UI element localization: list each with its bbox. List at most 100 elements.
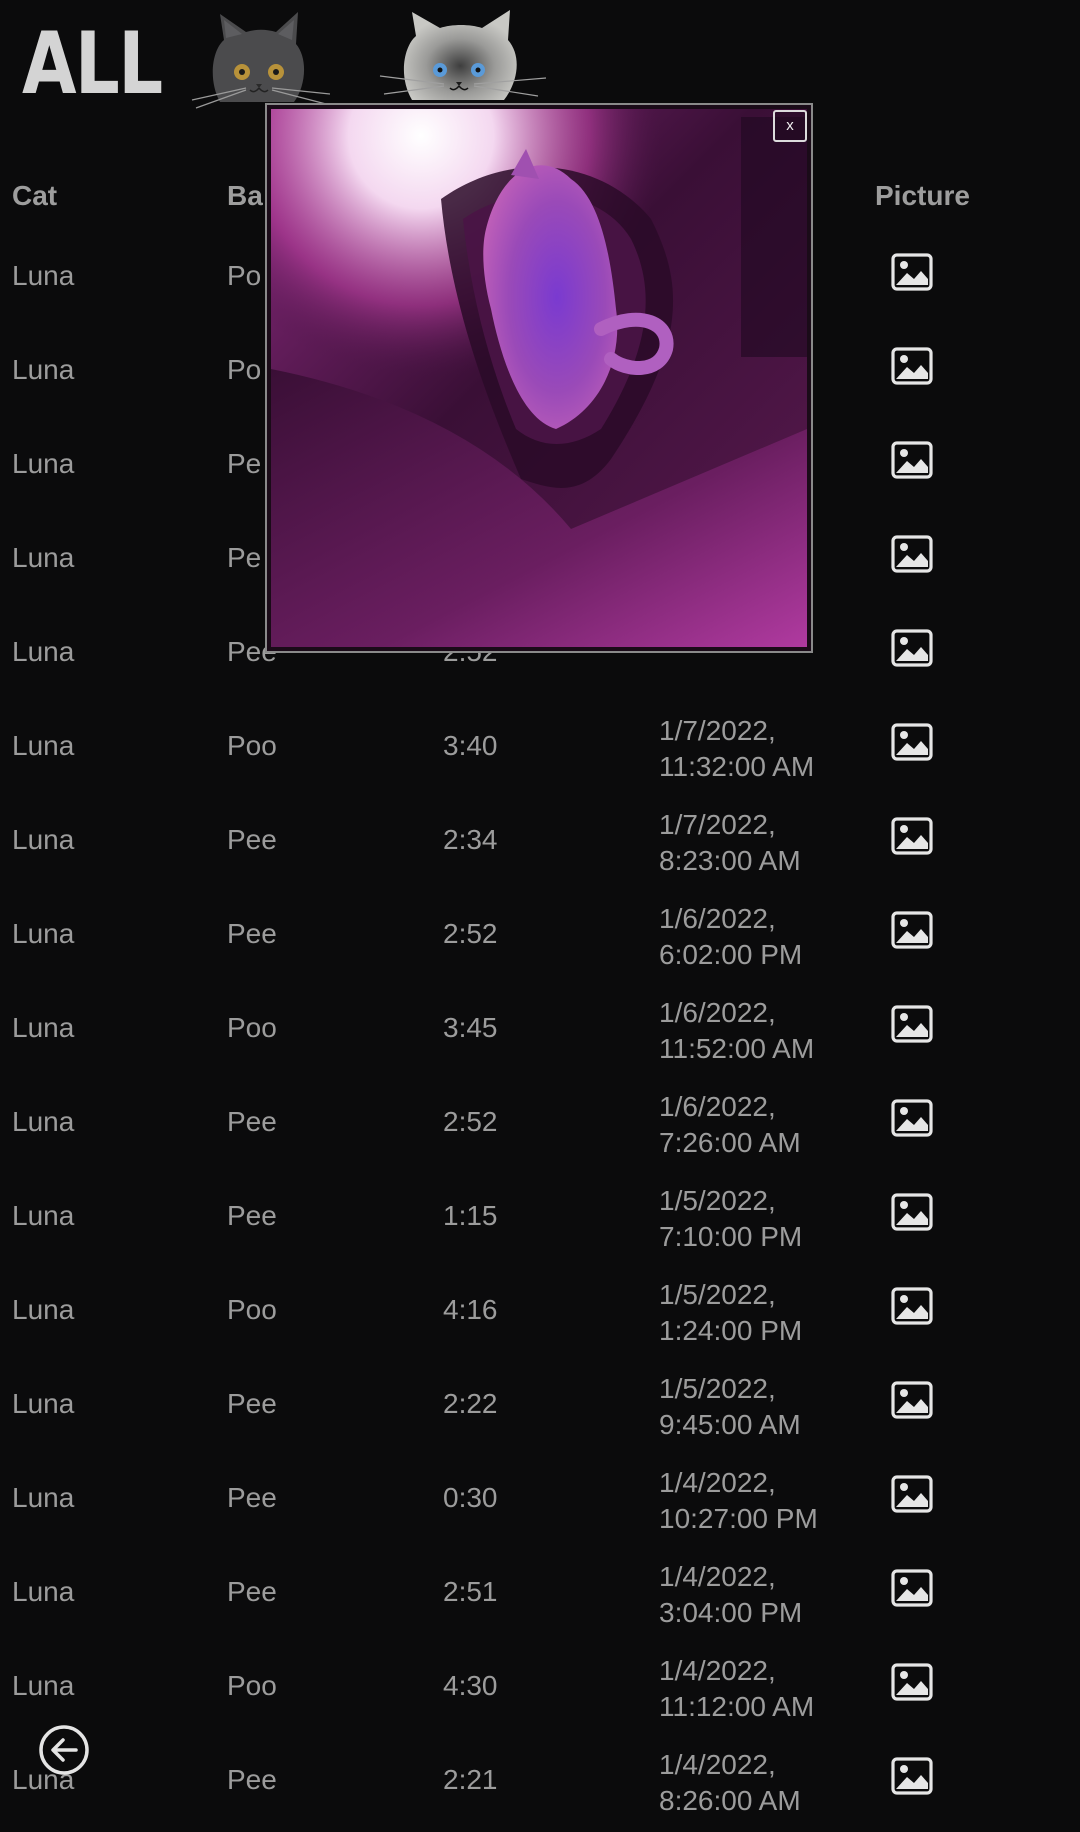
cell-duration: 2:52 <box>443 1106 498 1137</box>
cell-bathroom-type: Pee <box>227 1106 277 1137</box>
image-icon <box>890 629 934 672</box>
photo-modal: x <box>265 103 813 653</box>
cell-bathroom-type: Pe <box>227 542 262 573</box>
view-picture-button[interactable] <box>890 816 934 856</box>
cell-cat: Luna <box>12 918 75 949</box>
view-picture-button[interactable] <box>890 440 934 480</box>
cell-datetime: 1/4/2022, 10:27:00 PM <box>659 1465 818 1537</box>
cell-cat: Luna <box>12 730 75 761</box>
view-picture-button[interactable] <box>890 346 934 386</box>
cell-date: 1/7/2022, <box>659 809 776 840</box>
cell-cat: Luna <box>12 1670 75 1701</box>
cell-bathroom-type: Pee <box>227 1200 277 1231</box>
filter-grey-cat-button[interactable] <box>190 10 331 110</box>
cell-time: 3:04:00 PM <box>659 1597 803 1628</box>
image-icon <box>890 535 934 578</box>
view-picture-button[interactable] <box>890 1568 934 1608</box>
cell-duration: 2:34 <box>443 824 498 855</box>
cell-time: 9:45:00 AM <box>659 1409 801 1440</box>
filter-all-button[interactable]: ALL <box>22 8 163 120</box>
cell-datetime: 1/4/2022, 8:26:00 AM <box>659 1747 801 1819</box>
cell-date: 1/5/2022, <box>659 1373 776 1404</box>
cell-bathroom-type: Poo <box>227 1670 277 1701</box>
view-picture-button[interactable] <box>890 1286 934 1326</box>
image-icon <box>890 723 934 766</box>
cell-datetime: 1/6/2022, 11:52:00 AM <box>659 995 814 1067</box>
cell-date: 1/4/2022, <box>659 1467 776 1498</box>
back-button[interactable] <box>38 1724 90 1776</box>
cell-time: 11:52:00 AM <box>659 1033 815 1064</box>
table-row: Luna Poo 4:30 1/4/2022, 11:12:00 AM <box>0 1644 1080 1738</box>
view-picture-button[interactable] <box>890 1662 934 1702</box>
table-row: Luna Pee 0:30 1/4/2022, 10:27:00 PM <box>0 1456 1080 1550</box>
cell-duration: 2:21 <box>443 1764 498 1795</box>
cell-bathroom-type: Pee <box>227 1764 277 1795</box>
grey-cat-face-icon <box>191 12 331 109</box>
cell-cat: Luna <box>12 354 75 385</box>
cell-datetime: 1/4/2022, 11:12:00 AM <box>659 1653 814 1725</box>
cell-bathroom-type: Pe <box>227 448 262 479</box>
cell-duration: 2:52 <box>443 918 498 949</box>
cell-cat: Luna <box>12 1482 75 1513</box>
back-arrow-circle-icon <box>39 1725 89 1775</box>
image-icon <box>890 1663 934 1706</box>
cell-time: 7:26:00 AM <box>659 1127 801 1158</box>
table-row: Luna Pee 2:22 1/5/2022, 9:45:00 AM <box>0 1362 1080 1456</box>
view-picture-button[interactable] <box>890 1380 934 1420</box>
cell-duration: 4:16 <box>443 1294 498 1325</box>
cell-bathroom-type: Pee <box>227 918 277 949</box>
cell-cat: Luna <box>12 1576 75 1607</box>
cell-date: 1/6/2022, <box>659 903 776 934</box>
cell-bathroom-type: Poo <box>227 1294 277 1325</box>
cell-cat: Luna <box>12 636 75 667</box>
view-picture-button[interactable] <box>890 1192 934 1232</box>
cell-date: 1/5/2022, <box>659 1185 776 1216</box>
cell-duration: 2:51 <box>443 1576 498 1607</box>
cell-cat: Luna <box>12 260 75 291</box>
siamese-cat-face-icon <box>379 10 547 100</box>
cell-date: 1/7/2022, <box>659 715 776 746</box>
cell-cat: Luna <box>12 1388 75 1419</box>
cell-cat: Luna <box>12 542 75 573</box>
close-modal-button[interactable]: x <box>773 110 807 142</box>
image-icon <box>890 347 934 390</box>
view-picture-button[interactable] <box>890 1756 934 1796</box>
cell-duration: 1:15 <box>443 1200 498 1231</box>
cell-datetime: 1/7/2022, 11:32:00 AM <box>659 713 814 785</box>
view-picture-button[interactable] <box>890 1474 934 1514</box>
cell-duration: 2:22 <box>443 1388 498 1419</box>
cell-time: 1:24:00 PM <box>659 1315 803 1346</box>
cell-date: 1/4/2022, <box>659 1561 776 1592</box>
image-icon <box>890 1475 934 1518</box>
header-cat: Cat <box>12 180 58 211</box>
view-picture-button[interactable] <box>890 722 934 762</box>
view-picture-button[interactable] <box>890 1098 934 1138</box>
cell-cat: Luna <box>12 1294 75 1325</box>
filter-siamese-cat-button[interactable] <box>378 6 548 106</box>
cell-time: 11:12:00 AM <box>659 1691 815 1722</box>
cell-cat: Luna <box>12 1012 75 1043</box>
cell-bathroom-type: Po <box>227 354 262 385</box>
table-row: Luna Pee 2:52 1/6/2022, 7:26:00 AM <box>0 1080 1080 1174</box>
cell-date: 1/5/2022, <box>659 1279 776 1310</box>
view-picture-button[interactable] <box>890 252 934 292</box>
view-picture-button[interactable] <box>890 628 934 668</box>
table-row: Luna Poo 3:40 1/7/2022, 11:32:00 AM <box>0 704 1080 798</box>
cell-date: 1/6/2022, <box>659 997 776 1028</box>
cell-datetime: 1/7/2022, 8:23:00 AM <box>659 807 801 879</box>
cell-cat: Luna <box>12 824 75 855</box>
cell-time: 10:27:00 PM <box>659 1503 818 1534</box>
table-row: Luna Pee 2:21 1/4/2022, 8:26:00 AM <box>0 1738 1080 1832</box>
view-picture-button[interactable] <box>890 534 934 574</box>
view-picture-button[interactable] <box>890 1004 934 1044</box>
cell-cat: Luna <box>12 448 75 479</box>
cell-bathroom-type: Pee <box>227 1576 277 1607</box>
cell-cat: Luna <box>12 1106 75 1137</box>
cell-bathroom-type: Pee <box>227 824 277 855</box>
cell-duration: 3:40 <box>443 730 498 761</box>
cell-time: 11:32:00 AM <box>659 751 815 782</box>
view-picture-button[interactable] <box>890 910 934 950</box>
image-icon <box>890 1381 934 1424</box>
table-row: Luna Pee 2:51 1/4/2022, 3:04:00 PM <box>0 1550 1080 1644</box>
cell-datetime: 1/5/2022, 1:24:00 PM <box>659 1277 802 1349</box>
